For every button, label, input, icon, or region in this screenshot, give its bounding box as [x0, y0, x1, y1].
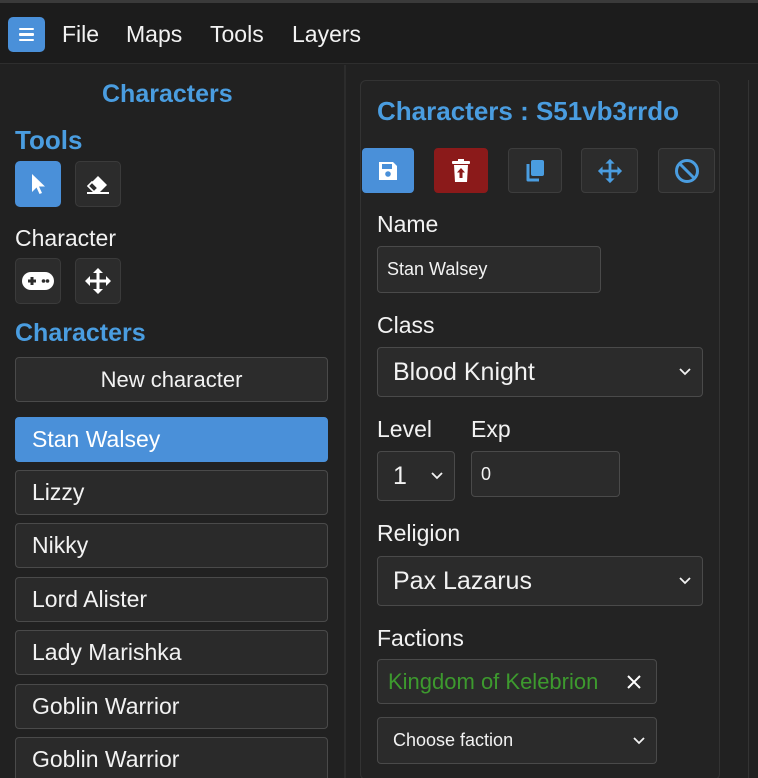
choose-faction-value: Choose faction	[393, 730, 514, 750]
faction-tag-label: Kingdom of Kelebrion	[388, 668, 599, 694]
pointer-icon	[32, 174, 45, 194]
cancel-button[interactable]	[658, 148, 715, 193]
tools-heading: Tools	[15, 125, 83, 155]
left-panel-title: Characters	[102, 80, 233, 108]
religion-select-value: Pax Lazarus	[393, 566, 532, 595]
choose-faction-select[interactable]: Choose faction	[377, 717, 657, 764]
chevron-down-icon	[679, 368, 691, 376]
character-list-item[interactable]: Stan Walsey	[15, 417, 328, 462]
editor-title: Characters : S51vb3rrdo	[377, 96, 680, 126]
copy-icon	[526, 159, 544, 181]
level-select[interactable]: 1	[377, 451, 455, 501]
move-icon	[85, 268, 111, 294]
gamepad-icon	[22, 272, 54, 290]
class-select-value: Blood Knight	[393, 357, 535, 386]
character-control-button[interactable]	[15, 258, 61, 304]
chevron-down-icon	[431, 472, 443, 480]
characters-heading: Characters	[15, 319, 146, 347]
menu-file[interactable]: File	[62, 20, 99, 48]
character-list-item[interactable]: Nikky	[15, 523, 328, 568]
eraser-icon	[86, 176, 109, 194]
class-label: Class	[377, 312, 435, 338]
character-list-item[interactable]: Goblin Warrior	[15, 737, 328, 778]
save-button[interactable]	[362, 148, 414, 193]
exp-label: Exp	[471, 416, 511, 442]
menu-icon	[19, 27, 34, 42]
top-border	[0, 0, 758, 3]
menu-button[interactable]	[8, 17, 45, 52]
delete-button[interactable]	[434, 148, 488, 193]
name-input[interactable]	[377, 246, 601, 293]
delete-icon	[452, 158, 470, 182]
save-icon	[379, 161, 397, 180]
new-character-button[interactable]: New character	[15, 357, 328, 402]
character-list-item[interactable]: Goblin Warrior	[15, 684, 328, 729]
exp-input[interactable]	[471, 451, 620, 497]
select-tool-button[interactable]	[15, 161, 61, 207]
move-button[interactable]	[581, 148, 638, 193]
level-label: Level	[377, 416, 432, 442]
cancel-icon	[674, 158, 699, 183]
right-edge-panel	[748, 80, 758, 778]
menu-bar: File Maps Tools Layers	[0, 0, 758, 64]
character-list-item[interactable]: Lady Marishka	[15, 630, 328, 675]
religion-select[interactable]: Pax Lazarus	[377, 556, 703, 606]
menu-layers[interactable]: Layers	[292, 20, 361, 48]
copy-button[interactable]	[508, 148, 562, 193]
eraser-tool-button[interactable]	[75, 161, 121, 207]
character-list-item[interactable]: Lord Alister	[15, 577, 328, 622]
character-move-button[interactable]	[75, 258, 121, 304]
character-list-item[interactable]: Lizzy	[15, 470, 328, 515]
character-label: Character	[15, 225, 116, 251]
chevron-down-icon	[679, 577, 691, 585]
chevron-down-icon	[633, 736, 645, 744]
faction-tag: Kingdom of Kelebrion	[377, 659, 657, 704]
religion-label: Religion	[377, 520, 461, 546]
menu-maps[interactable]: Maps	[126, 20, 182, 48]
close-icon[interactable]	[626, 674, 642, 690]
move-icon	[597, 158, 622, 183]
class-select[interactable]: Blood Knight	[377, 347, 703, 397]
name-label: Name	[377, 211, 439, 237]
level-select-value: 1	[393, 461, 407, 490]
panel-divider	[344, 65, 346, 778]
menu-tools[interactable]: Tools	[210, 20, 264, 48]
factions-label: Factions	[377, 625, 464, 651]
